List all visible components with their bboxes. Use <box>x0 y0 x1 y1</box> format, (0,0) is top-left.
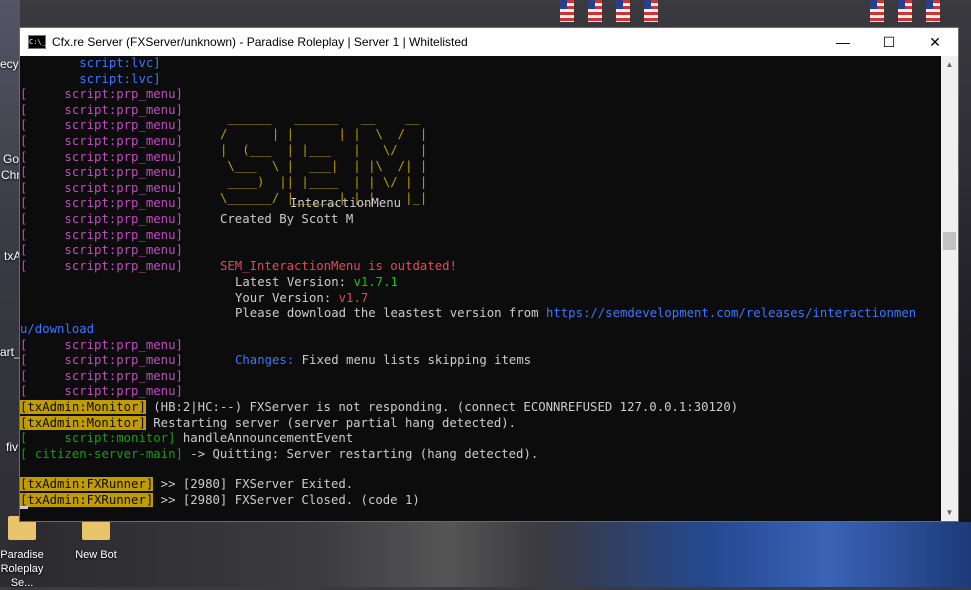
runner-line-2: [txAdmin:FXRunner] >> [2980] FXServer Cl… <box>20 492 420 508</box>
latest-version-label: Latest Version: <box>235 275 354 289</box>
runner-line-1: [txAdmin:FXRunner] >> [2980] FXServer Ex… <box>20 476 353 492</box>
monitor-text: (HB:2|HC:--) FXServer is not responding.… <box>145 400 739 414</box>
changes-text: Fixed menu lists skipping items <box>294 353 532 367</box>
maximize-button[interactable]: ☐ <box>866 28 912 56</box>
script-monitor-text: handleAnnouncementEvent <box>175 431 354 445</box>
desktop-partial-label: ecy <box>0 57 19 71</box>
window-title: Cfx.re Server (FXServer/unknown) - Parad… <box>52 35 468 49</box>
citizen-line: [ citizen-server-main] -> Quitting: Serv… <box>20 446 538 462</box>
monitor-text: Restarting server (server partial hang d… <box>145 416 517 430</box>
console-line: script:lvc] <box>20 56 161 70</box>
download-line: Please download the leastest version fro… <box>235 305 916 321</box>
citizen-text: -> Quitting: Server restarting (hang det… <box>182 447 539 461</box>
console-line: [ script:prp_menu] <box>20 212 183 226</box>
your-version-line: Your Version: v1.7 <box>235 290 368 306</box>
desktop-partial-label: art_ <box>0 345 21 359</box>
desktop-icon-label: Paradise Roleplay Se... <box>0 549 44 589</box>
console-line: [ script:prp_menu] <box>20 165 183 180</box>
latest-version-line: Latest Version: v1.7.1 <box>235 274 398 290</box>
console-line: [ script:prp_menu] <box>20 196 183 211</box>
script-monitor-tag: script:monitor] <box>64 431 176 445</box>
changes-line: Changes: Fixed menu lists skipping items <box>235 352 531 368</box>
scrollbar-thumb[interactable] <box>943 232 956 250</box>
your-version-label: Your Version: <box>235 291 339 305</box>
prp-menu-prefix: [ script:prp_menu] <box>20 369 183 383</box>
prp-menu-prefix: [ script:prp_menu] <box>20 338 183 352</box>
prp-menu-prefix: [ script:prp_menu] <box>20 353 183 367</box>
monitor-line-1: [txAdmin:Monitor] (HB:2|HC:--) FXServer … <box>20 399 738 415</box>
desktop-icon-paradise[interactable]: Paradise Roleplay Se... <box>0 516 54 590</box>
vertical-scrollbar[interactable]: ▲ ▼ <box>941 56 958 521</box>
txadmin-runner-tag: [txAdmin:FXRunner] <box>20 477 154 491</box>
scroll-up-arrow-icon[interactable]: ▲ <box>941 56 958 73</box>
flag-bunting <box>560 0 658 24</box>
desktop-partial-label: Go <box>3 152 20 166</box>
console-line: [ script:prp_menu] <box>20 258 183 273</box>
console-line: [ script:prp_menu] <box>20 118 183 133</box>
console-window[interactable]: C:\_ Cfx.re Server (FXServer/unknown) - … <box>19 27 959 522</box>
script-monitor-line: [ script:monitor] handleAnnouncementEven… <box>20 430 353 446</box>
close-button[interactable]: ✕ <box>912 28 958 56</box>
console-line: [ script:prp_menu] <box>20 243 183 258</box>
txadmin-monitor-tag: [txAdmin:Monitor] <box>20 416 146 430</box>
latest-version-value: v1.7.1 <box>353 275 398 289</box>
runner-text: >> [2980] FXServer Exited. <box>153 477 354 491</box>
download-text: Please download the leastest version fro… <box>235 306 546 320</box>
console-app-icon[interactable]: C:\_ <box>28 35 46 49</box>
desktop-wallpaper-bottom <box>20 522 971 587</box>
interaction-menu-title: InteractionMenu <box>290 196 402 210</box>
console-line: [ script:prp_menu] <box>20 180 183 195</box>
console-line: [ script:prp_menu] <box>20 149 183 164</box>
script-monitor-bracket: [ <box>20 431 65 445</box>
citizen-tag: citizen-server-main] <box>34 447 183 461</box>
console-line: script:lvc] <box>20 71 161 86</box>
cursor <box>20 506 28 509</box>
desktop-partial-label: Chr <box>1 168 21 182</box>
your-version-value: v1.7 <box>338 291 369 305</box>
folder-icon <box>82 516 110 540</box>
download-link[interactable]: https://semdevelopment.com/releases/inte… <box>546 306 916 320</box>
outdated-warning: SEM_InteractionMenu is outdated! <box>220 259 457 273</box>
txadmin-runner-tag: [txAdmin:FXRunner] <box>20 493 154 507</box>
txadmin-monitor-tag: [txAdmin:Monitor] <box>20 400 146 414</box>
changes-label: Changes: <box>235 353 295 367</box>
minimize-button[interactable]: — <box>820 28 866 56</box>
console-output[interactable]: script:lvc] script:lvc][ script:prp_menu… <box>20 56 941 521</box>
console-line: [ script:prp_menu] <box>20 87 183 102</box>
desktop-left-strip <box>0 0 20 587</box>
download-link-wrap[interactable]: u/download <box>20 321 94 337</box>
sem-ascii-art: ______ ______ __ __ / | | | | \ / | | (_… <box>220 111 428 205</box>
citizen-bracket: [ <box>20 447 35 461</box>
created-by: Created By Scott M <box>220 212 354 226</box>
flag-bunting-right <box>870 0 940 24</box>
scroll-down-arrow-icon[interactable]: ▼ <box>941 504 958 521</box>
desktop-icon-label: New Bot <box>75 549 117 561</box>
desktop-icon-new-bot[interactable]: New Bot <box>64 516 128 562</box>
console-line: [ script:prp_menu] <box>20 227 183 242</box>
prp-menu-prefix: [ script:prp_menu] <box>20 384 183 398</box>
console-line: [ script:prp_menu] <box>20 134 183 148</box>
title-bar[interactable]: C:\_ Cfx.re Server (FXServer/unknown) - … <box>20 28 958 56</box>
runner-text: >> [2980] FXServer Closed. (code 1) <box>153 493 420 507</box>
folder-icon <box>8 516 36 540</box>
monitor-line-2: [txAdmin:Monitor] Restarting server (ser… <box>20 415 516 431</box>
desktop-partial-label: fiv <box>6 440 18 454</box>
console-line: [ script:prp_menu] <box>20 102 183 117</box>
